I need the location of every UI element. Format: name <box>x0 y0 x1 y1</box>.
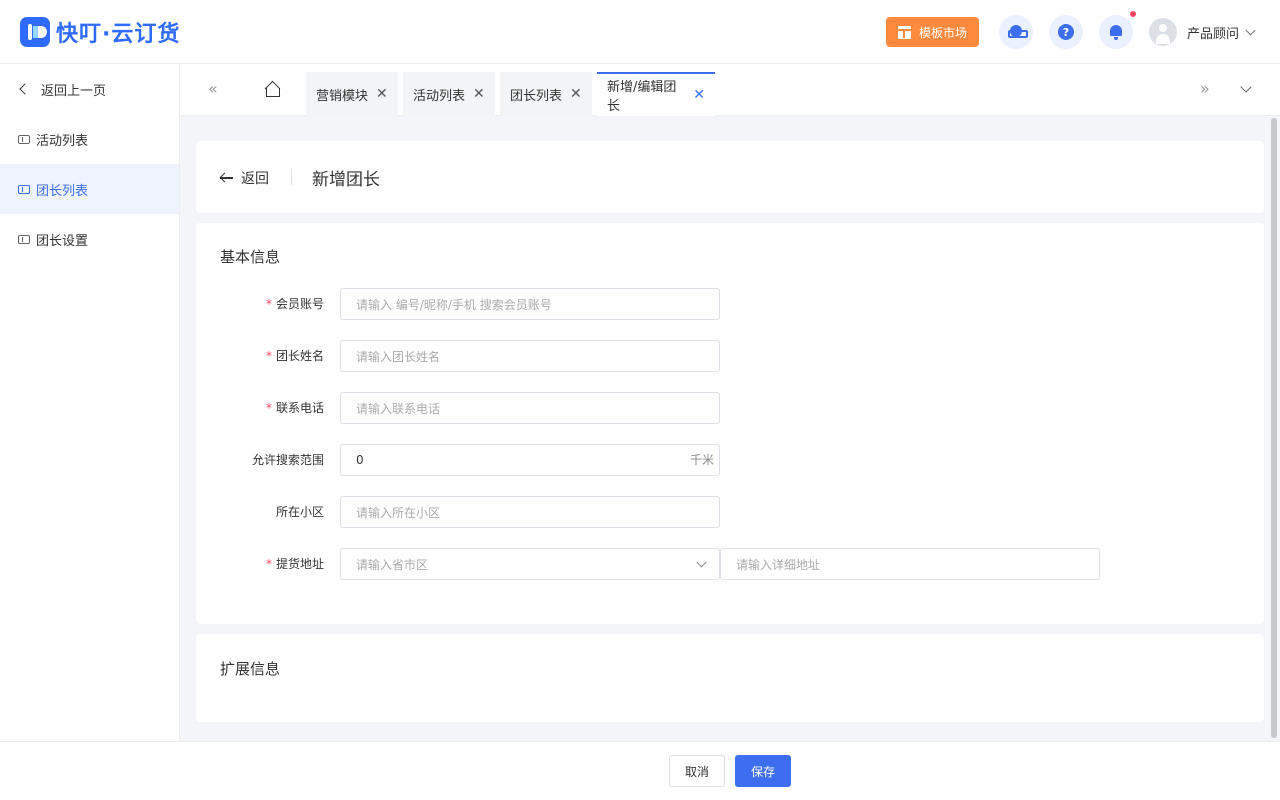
search-range-input[interactable]: 0 千米 <box>340 444 720 476</box>
form-row-pickup-address: * 提货地址 请输入省市区 请输入详细地址 <box>196 548 1264 580</box>
unit-suffix: 千米 <box>689 453 714 467</box>
field-label: * 团长姓名 <box>265 349 324 363</box>
notification-dot <box>1130 11 1136 17</box>
sidebar-item-label: 团长列表 <box>36 183 89 199</box>
chevron-left-icon <box>19 83 31 95</box>
template-market-label: 模板市场 <box>918 25 967 40</box>
scrollbar-thumb[interactable] <box>1271 118 1277 738</box>
avatar <box>1149 18 1177 46</box>
logo[interactable]: 快叮·云订货 <box>20 16 180 48</box>
leader-name-input[interactable]: 请输入团长姓名 <box>340 340 720 372</box>
ticket-icon <box>18 234 30 244</box>
page-header-card: 返回 新增团长 <box>196 141 1264 213</box>
back-button[interactable]: 返回 <box>220 168 269 188</box>
user-menu[interactable]: 产品顾问 <box>1149 18 1256 46</box>
logo-text: 快叮·云订货 <box>56 22 181 47</box>
footer-bar: 取消 保存 <box>0 741 1280 800</box>
customer-service-button[interactable] <box>999 15 1033 49</box>
extended-info-card: 扩展信息 <box>196 634 1264 722</box>
tab-activity-list[interactable]: 活动列表 ✕ <box>403 72 495 116</box>
sidebar-item-leader-list[interactable]: 团长列表 <box>0 164 179 214</box>
tab-label: 新增/编辑团长 <box>607 80 677 114</box>
close-icon[interactable]: ✕ <box>473 86 485 102</box>
double-chevron-right-icon[interactable]: » <box>1200 81 1210 97</box>
field-label: * 提货地址 <box>265 557 324 571</box>
tabs-bar: « 营销模块 ✕ 活动列表 ✕ 团长列表 ✕ 新增/编辑团长 ✕ » <box>180 64 1280 116</box>
section-title: 基本信息 <box>220 248 281 266</box>
user-name: 产品顾问 <box>1187 26 1240 42</box>
section-title: 扩展信息 <box>220 660 281 678</box>
field-label: 所在小区 <box>275 505 324 519</box>
member-account-input[interactable]: 请输入 编号/昵称/手机 搜索会员账号 <box>340 288 720 320</box>
close-icon[interactable]: ✕ <box>693 87 705 103</box>
chevron-down-icon <box>696 557 707 568</box>
cancel-button[interactable]: 取消 <box>669 755 725 787</box>
sidebar-back-label: 返回上一页 <box>41 83 107 99</box>
ticket-icon <box>18 134 30 144</box>
ticket-icon <box>18 184 30 194</box>
required-mark: * <box>265 401 272 415</box>
tab-edit-leader[interactable]: 新增/编辑团长 ✕ <box>597 72 715 116</box>
sidebar-back-link[interactable]: 返回上一页 <box>0 64 179 114</box>
sidebar: 返回上一页 活动列表 团长列表 团长设置 <box>0 64 180 741</box>
help-button[interactable]: ? <box>1049 15 1083 49</box>
tab-label: 营销模块 <box>316 88 369 104</box>
tab-leader-list[interactable]: 团长列表 ✕ <box>500 72 592 116</box>
scrollbar[interactable] <box>1270 116 1278 741</box>
required-mark: * <box>265 557 272 571</box>
sidebar-item-label: 团长设置 <box>36 233 89 249</box>
top-header: 快叮·云订货 模板市场 ? 产品顾问 <box>0 0 1280 64</box>
form-row-phone: * 联系电话 请输入联系电话 <box>196 392 1264 424</box>
form-row-leader-name: * 团长姓名 请输入团长姓名 <box>196 340 1264 372</box>
tab-label: 活动列表 <box>413 88 466 104</box>
bell-icon <box>1109 24 1123 40</box>
logo-icon <box>20 17 50 47</box>
back-label: 返回 <box>241 171 269 187</box>
sidebar-item-leader-settings[interactable]: 团长设置 <box>0 214 179 264</box>
main-content: 返回 新增团长 基本信息 * 会员账号 请输入 编号/昵称/手机 搜索会员账号 *… <box>180 116 1280 741</box>
phone-input[interactable]: 请输入联系电话 <box>340 392 720 424</box>
divider <box>291 169 292 185</box>
basic-info-card: 基本信息 * 会员账号 请输入 编号/昵称/手机 搜索会员账号 * 团长姓名 请输入… <box>196 223 1264 624</box>
sidebar-item-label: 活动列表 <box>36 133 89 149</box>
double-chevron-left-icon[interactable]: « <box>208 81 218 97</box>
arrow-left-icon <box>220 173 233 183</box>
home-icon[interactable] <box>265 82 281 97</box>
close-icon[interactable]: ✕ <box>376 86 388 102</box>
field-label: 允许搜索范围 <box>251 453 324 467</box>
help-icon: ? <box>1058 24 1074 40</box>
form-row-member-account: * 会员账号 请输入 编号/昵称/手机 搜索会员账号 <box>196 288 1264 320</box>
tab-label: 团长列表 <box>510 88 563 104</box>
chevron-down-icon[interactable] <box>1240 81 1252 93</box>
form-row-search-range: 允许搜索范围 0 千米 <box>196 444 1264 476</box>
required-mark: * <box>265 297 272 311</box>
chevron-down-icon <box>1245 25 1256 35</box>
address-detail-input[interactable]: 请输入详细地址 <box>720 548 1100 580</box>
template-icon <box>897 25 911 39</box>
form-row-community: 所在小区 请输入所在小区 <box>196 496 1264 528</box>
save-button[interactable]: 保存 <box>735 755 791 787</box>
field-label: * 联系电话 <box>265 401 324 415</box>
customer-service-icon <box>1008 25 1028 39</box>
search-range-value: 0 <box>356 453 364 467</box>
region-select[interactable]: 请输入省市区 <box>340 548 720 580</box>
page-title: 新增团长 <box>312 170 380 190</box>
notification-button[interactable] <box>1099 15 1133 49</box>
sidebar-item-activity-list[interactable]: 活动列表 <box>0 114 179 164</box>
required-mark: * <box>265 349 272 363</box>
close-icon[interactable]: ✕ <box>570 86 582 102</box>
community-input[interactable]: 请输入所在小区 <box>340 496 720 528</box>
field-label: * 会员账号 <box>265 297 324 311</box>
template-market-button[interactable]: 模板市场 <box>886 17 979 47</box>
tab-marketing-module[interactable]: 营销模块 ✕ <box>306 72 398 116</box>
